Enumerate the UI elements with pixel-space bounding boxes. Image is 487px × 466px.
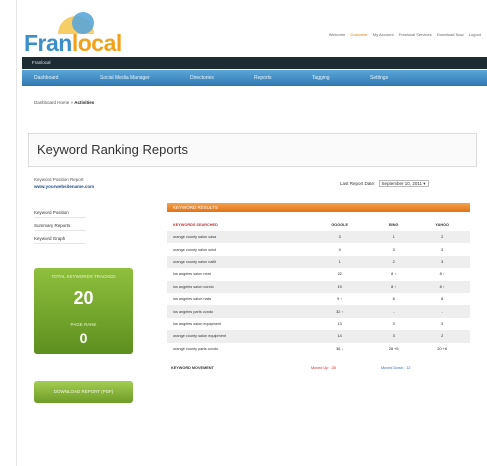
bing-rank: -	[372, 305, 415, 318]
bing-rank: 8	[392, 297, 395, 302]
keyword-cell: orange county salon casa	[167, 231, 307, 244]
keyword-cell: los angeles salon condo	[167, 280, 307, 293]
breadcrumb-home[interactable]: Dashboard Home »	[34, 100, 73, 105]
download-link[interactable]: Download Now	[437, 32, 464, 37]
bing-rank: 8 ↑	[372, 280, 415, 293]
col-header-google: GOOGLE	[331, 223, 349, 227]
google-rank: 19	[306, 280, 373, 293]
yahoo-rank: 3	[441, 321, 444, 326]
google-rank: 14	[306, 330, 373, 343]
movement-label: KEYWORD MOVEMENT	[171, 366, 214, 370]
download-report-label: DOWNLOAD REPORT (PDF)	[53, 389, 114, 394]
breadcrumb-current: Activities	[74, 100, 95, 105]
keyword-results-header: KEYWORD RESULTS	[167, 203, 470, 212]
breadcrumb: Dashboard Home » Activities	[34, 100, 94, 105]
table-row: orange county parts condo 36 ↓ 28 +5 20 …	[167, 343, 470, 355]
table-row: los angeles salon condo 19 8 ↑ 8 ↑	[167, 280, 470, 293]
logo-text: Franlocal	[24, 30, 122, 56]
yahoo-rank: -	[414, 305, 470, 318]
keyword-cell: orange county salon nailit	[167, 255, 307, 269]
yahoo-rank: 3	[414, 255, 470, 269]
stat-label-page-rank: PAGE RANK	[70, 322, 97, 327]
bing-rank: 3	[392, 321, 395, 326]
keyword-cell: orange county parts condo	[173, 346, 218, 351]
report-label: Keyword Position Report	[34, 177, 84, 182]
google-rank: 4	[338, 247, 341, 252]
bing-rank: 2	[372, 255, 415, 269]
col-header-bing: BING	[388, 223, 399, 227]
yahoo-rank: 2	[414, 231, 470, 244]
bing-rank: 1	[372, 231, 415, 244]
nav-item-directories[interactable]: Directories	[190, 75, 214, 81]
stat-value-keywords: 20	[73, 288, 94, 308]
google-rank: 3	[306, 231, 373, 244]
top-black-bar: Franlocal	[22, 57, 487, 69]
chevron-down-icon: ▾	[423, 181, 426, 186]
keyword-results-table: KEYWORDS SEARCHED GOOGLE BING YAHOO oran…	[167, 219, 470, 355]
table-row: orange county salon nailit 1 2 3	[167, 255, 470, 269]
table-row: orange county salon casa 3 1 2	[167, 231, 470, 244]
moved-up-count: Moved Up : 28	[311, 366, 336, 370]
franlocal-logo[interactable]: Franlocal	[24, 12, 144, 62]
table-row: los angeles salon equipment 13 3 3	[167, 318, 470, 330]
moved-down-count: Moved Down : 12	[381, 366, 411, 370]
google-rank: 32 ↑	[306, 305, 373, 318]
nav-item-tagging[interactable]: Tagging	[312, 75, 330, 81]
table-row: los angeles salon nails 9 ↑ 8 8	[167, 293, 470, 305]
keyword-cell: orange county salon wind	[173, 247, 217, 252]
logout-link[interactable]: Logout	[469, 32, 481, 37]
services-link[interactable]: Franlocal Services	[399, 32, 432, 37]
yahoo-rank: 2	[414, 330, 470, 343]
google-rank: 36 ↓	[336, 346, 344, 351]
nav-item-settings[interactable]: Settings	[370, 75, 388, 81]
yahoo-rank: 8 ↑	[414, 280, 470, 293]
last-report-date: Last Report Date: September 10, 2011 ▾	[340, 180, 429, 187]
keyword-results-title: KEYWORD RESULTS	[173, 205, 218, 210]
my-account-link[interactable]: My Account	[373, 32, 394, 37]
welcome-text: Welcome Customer	[328, 32, 368, 37]
sidebar-link-summary-reports[interactable]: Summary Reports	[34, 223, 86, 231]
table-row: los angeles salon near 22 8 ↑ 8 ↑	[167, 268, 470, 280]
bing-rank: 3	[392, 247, 395, 252]
google-rank: 1	[306, 255, 373, 269]
keyword-cell: los angeles salon equipment	[173, 321, 222, 326]
bing-rank: 3	[372, 330, 415, 343]
yahoo-rank: 8	[441, 297, 444, 302]
table-row: orange county salon wind 4 3 3	[167, 243, 470, 255]
yahoo-rank: 8 ↑	[439, 272, 445, 277]
table-row: los angeles parts condo 32 ↑ - -	[167, 305, 470, 318]
page-title-box: Keyword Ranking Reports	[28, 133, 477, 167]
yahoo-rank: 20 +6	[437, 346, 447, 351]
nav-item-reports[interactable]: Reports	[254, 75, 272, 81]
yahoo-rank: 3	[441, 247, 444, 252]
report-date-select[interactable]: September 10, 2011 ▾	[378, 180, 429, 187]
google-rank: 22	[337, 272, 342, 277]
table-header-row: KEYWORDS SEARCHED GOOGLE BING YAHOO	[167, 219, 470, 231]
top-links: Welcome Customer My Account Franlocal Se…	[321, 32, 481, 37]
col-header-keywords: KEYWORDS SEARCHED	[173, 223, 218, 227]
nav-item-dashboard[interactable]: Dashboard	[34, 75, 58, 81]
main-nav: Dashboard Social Media Manager Directori…	[22, 70, 487, 86]
keyword-cell: orange county salon equipment	[167, 330, 307, 343]
keyword-cell: los angeles salon near	[173, 272, 211, 277]
col-header-yahoo: YAHOO	[435, 223, 449, 227]
stat-value-page-rank: 0	[79, 330, 88, 346]
bing-rank: 8 ↑	[391, 272, 397, 277]
google-rank: 13	[337, 321, 342, 326]
table-row: orange county salon equipment 14 3 2	[167, 330, 470, 343]
page-title: Keyword Ranking Reports	[37, 142, 189, 157]
sidebar-link-keyword-graph[interactable]: Keyword Graph	[34, 236, 86, 244]
download-report-button[interactable]: DOWNLOAD REPORT (PDF)	[34, 381, 133, 403]
bing-rank: 28 +5	[388, 346, 399, 351]
stat-label-keywords: TOTAL KEYWORDS TRACKED	[51, 274, 116, 279]
report-site[interactable]: www.yourwebsitename.com	[34, 184, 94, 189]
keyword-cell: los angeles salon nails	[173, 297, 212, 302]
nav-item-social-media-manager[interactable]: Social Media Manager	[100, 75, 150, 81]
sidebar-link-keyword-position[interactable]: Keyword Position	[34, 210, 86, 218]
google-rank: 9 ↑	[337, 297, 343, 302]
blackbar-label: Franlocal	[32, 60, 51, 65]
last-report-label: Last Report Date:	[340, 181, 376, 186]
stats-panel: TOTAL KEYWORDS TRACKED 20 PAGE RANK 0	[34, 268, 133, 354]
keyword-cell: los angeles parts condo	[167, 305, 307, 318]
